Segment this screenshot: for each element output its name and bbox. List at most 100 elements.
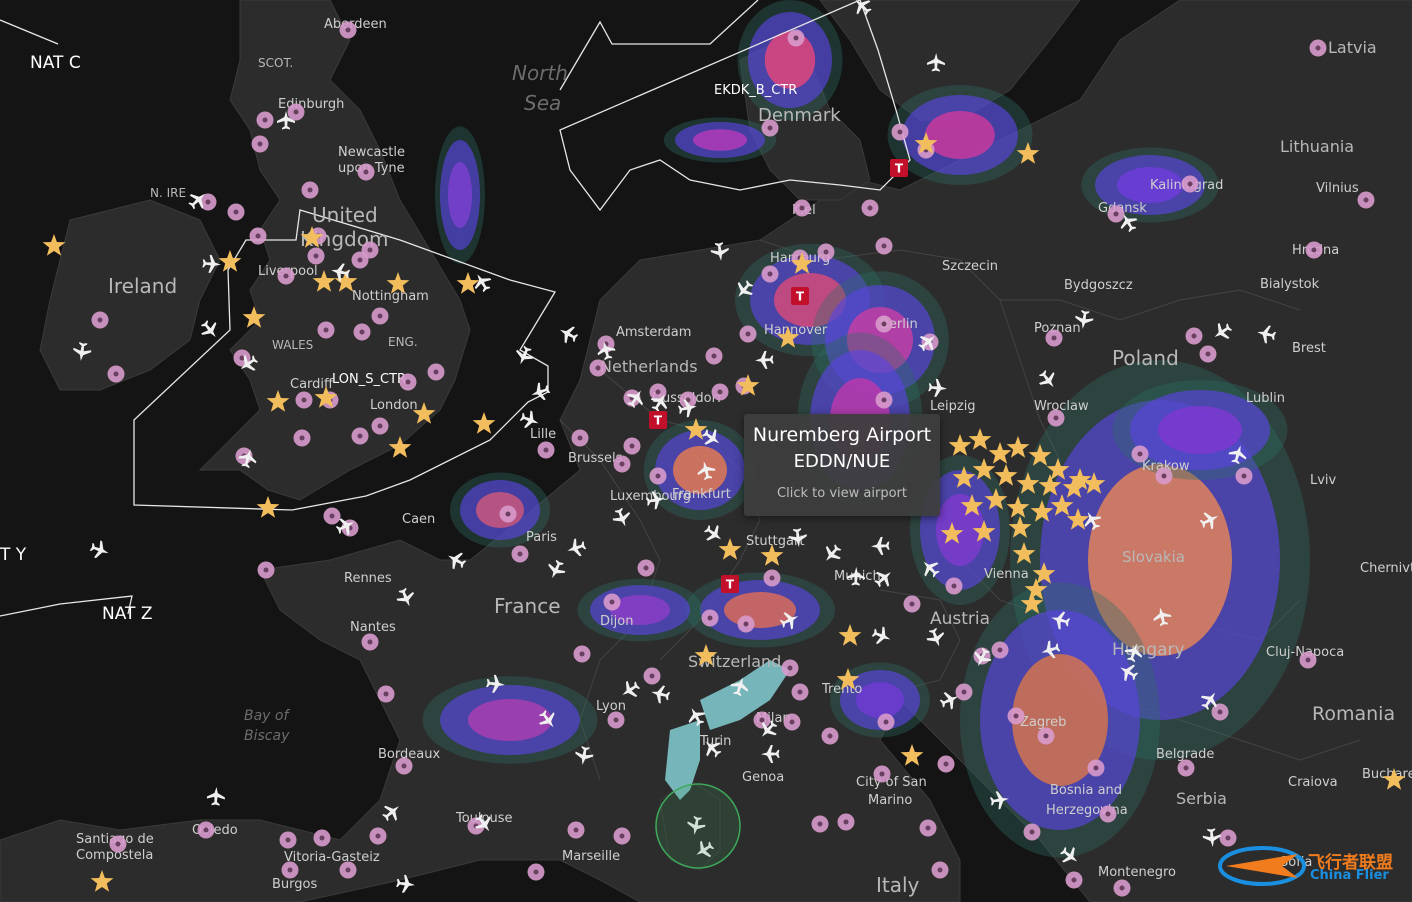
airport-marker[interactable] [351, 427, 369, 445]
airport-marker[interactable] [875, 391, 893, 409]
airport-marker[interactable] [377, 685, 395, 703]
airport-marker[interactable] [1037, 727, 1055, 745]
airport-marker[interactable] [613, 455, 631, 473]
airport-marker[interactable] [761, 119, 779, 137]
event-star-icon[interactable] [456, 272, 480, 294]
airport-marker[interactable] [353, 323, 371, 341]
airport-marker[interactable] [603, 593, 621, 611]
airport-marker[interactable] [781, 659, 799, 677]
airport-marker[interactable] [649, 383, 667, 401]
airport-marker[interactable] [811, 815, 829, 833]
airport-marker[interactable] [931, 861, 949, 879]
airport-marker[interactable] [339, 861, 357, 879]
airport-marker[interactable] [589, 359, 607, 377]
airport-marker[interactable] [256, 111, 274, 129]
airport-marker[interactable] [1309, 39, 1327, 57]
airport-tooltip[interactable]: Nuremberg Airport EDDN/NUE Click to view… [744, 414, 940, 516]
airport-marker[interactable] [351, 251, 369, 269]
restriction-marker-icon[interactable]: T [791, 287, 809, 305]
airport-marker[interactable] [1107, 205, 1125, 223]
airport-marker[interactable] [537, 441, 555, 459]
airport-marker[interactable] [955, 683, 973, 701]
event-star-icon[interactable] [900, 744, 924, 766]
airport-marker[interactable] [1099, 805, 1117, 823]
airport-marker[interactable] [787, 29, 805, 47]
airport-marker[interactable] [783, 713, 801, 731]
airport-marker[interactable] [793, 199, 811, 217]
airport-marker[interactable] [1235, 467, 1253, 485]
airport-marker[interactable] [821, 727, 839, 745]
airport-marker[interactable] [197, 821, 215, 839]
airport-marker[interactable] [891, 123, 909, 141]
airport-marker[interactable] [301, 181, 319, 199]
selected-aircraft-ring[interactable] [655, 783, 741, 869]
event-star-icon[interactable] [472, 412, 496, 434]
airport-marker[interactable] [817, 243, 835, 261]
airport-marker[interactable] [399, 373, 417, 391]
airport-marker[interactable] [919, 819, 937, 837]
aircraft-icon[interactable] [197, 317, 223, 343]
airport-marker[interactable] [277, 267, 295, 285]
airport-marker[interactable] [623, 437, 641, 455]
tooltip-hint[interactable]: Click to view airport [744, 486, 940, 501]
airport-marker[interactable] [317, 321, 335, 339]
airport-marker[interactable] [107, 365, 125, 383]
airport-marker[interactable] [323, 507, 341, 525]
airport-marker[interactable] [249, 227, 267, 245]
airport-marker[interactable] [637, 559, 655, 577]
airport-marker[interactable] [945, 577, 963, 595]
restriction-marker-icon[interactable]: T [890, 159, 908, 177]
airport-marker[interactable] [293, 429, 311, 447]
airport-marker[interactable] [837, 813, 855, 831]
airport-marker[interactable] [427, 363, 445, 381]
airport-marker[interactable] [1181, 175, 1199, 193]
airport-marker[interactable] [903, 595, 921, 613]
airport-marker[interactable] [875, 315, 893, 333]
airport-marker[interactable] [1007, 707, 1025, 725]
airport-marker[interactable] [1131, 445, 1149, 463]
airport-marker[interactable] [313, 829, 331, 847]
airport-marker[interactable] [1155, 467, 1173, 485]
airport-marker[interactable] [369, 827, 387, 845]
airport-marker[interactable] [877, 713, 895, 731]
airport-marker[interactable] [873, 765, 891, 783]
airport-marker[interactable] [753, 711, 771, 729]
airport-marker[interactable] [937, 755, 955, 773]
airport-marker[interactable] [251, 135, 269, 153]
airport-marker[interactable] [1305, 241, 1323, 259]
airport-marker[interactable] [875, 237, 893, 255]
airport-marker[interactable] [339, 21, 357, 39]
airport-marker[interactable] [1211, 703, 1229, 721]
map-canvas[interactable]: NorthSeaBay ofBiscayIrelandUnitedKingdom… [0, 0, 1412, 902]
airport-marker[interactable] [791, 683, 809, 701]
airport-marker[interactable] [701, 609, 719, 627]
airport-marker[interactable] [607, 711, 625, 729]
map-view[interactable]: North Sea Bay of Biscay Ireland United Kingdom… [0, 0, 1412, 902]
airport-marker[interactable] [499, 505, 517, 523]
aircraft-icon[interactable] [512, 344, 536, 368]
airport-marker[interactable] [361, 633, 379, 651]
aircraft-icon[interactable] [88, 538, 112, 561]
airport-marker[interactable] [279, 831, 297, 849]
airport-marker[interactable] [281, 861, 299, 879]
airport-marker[interactable] [649, 467, 667, 485]
airport-marker[interactable] [257, 561, 275, 579]
airport-marker[interactable] [643, 667, 661, 685]
airport-marker[interactable] [761, 265, 779, 283]
airport-marker[interactable] [227, 203, 245, 221]
airport-marker[interactable] [371, 417, 389, 435]
airport-marker[interactable] [573, 645, 591, 663]
airport-marker[interactable] [763, 569, 781, 587]
airport-marker[interactable] [613, 827, 631, 845]
restriction-marker-icon[interactable]: T [649, 411, 667, 429]
airport-marker[interactable] [1185, 327, 1203, 345]
airport-marker[interactable] [571, 429, 589, 447]
airport-marker[interactable] [1047, 409, 1065, 427]
airport-marker[interactable] [705, 347, 723, 365]
airport-marker[interactable] [371, 307, 389, 325]
airport-marker[interactable] [287, 103, 305, 121]
aircraft-icon[interactable] [206, 787, 226, 806]
airport-marker[interactable] [861, 199, 879, 217]
airport-marker[interactable] [1177, 759, 1195, 777]
airport-marker[interactable] [295, 391, 313, 409]
